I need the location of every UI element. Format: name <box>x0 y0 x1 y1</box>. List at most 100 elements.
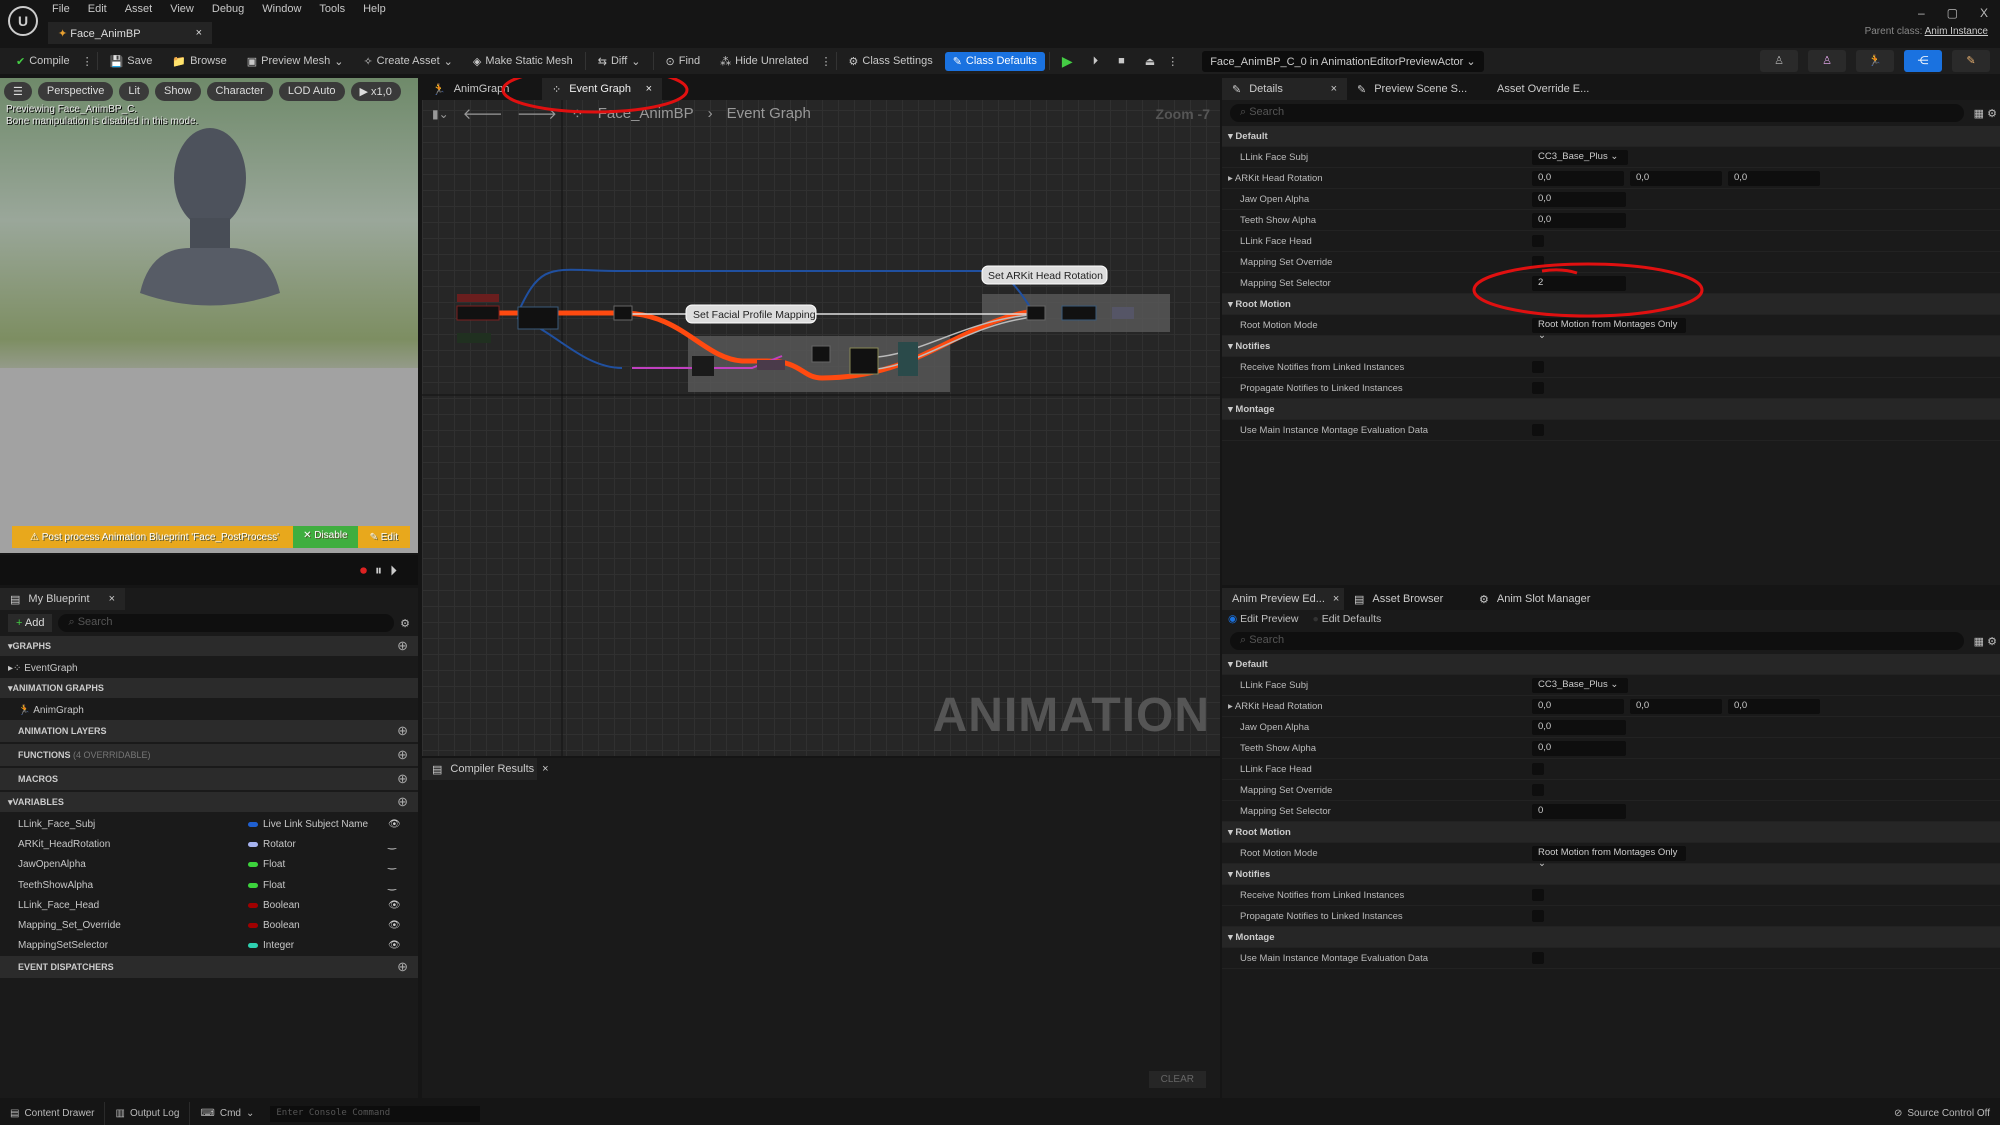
preview-search-input[interactable]: ⌕ Search <box>1230 632 1964 650</box>
step-button[interactable]: ⏵ <box>1085 52 1107 71</box>
lit-button[interactable]: Lit <box>119 82 149 101</box>
preview-viewport[interactable]: ☰ Perspective Lit Show Character LOD Aut… <box>0 78 418 553</box>
gear-icon[interactable]: ⚙ <box>1987 107 1997 120</box>
rotation-z-field[interactable]: 0,0 <box>1728 698 1820 714</box>
menu-debug[interactable]: Debug <box>212 3 244 15</box>
comment-facial-profile[interactable]: Set Facial Profile Mapping <box>685 304 817 324</box>
console-input[interactable]: Enter Console Command <box>270 1105 481 1122</box>
clear-button[interactable]: CLEAR <box>1148 1071 1206 1088</box>
eye-open-icon[interactable]: 👁 <box>388 819 418 830</box>
rotation-y-field[interactable]: 0,0 <box>1630 170 1722 186</box>
character-button[interactable]: Character <box>206 82 273 101</box>
rotation-x-field[interactable]: 0,0 <box>1532 698 1624 714</box>
minimize-button[interactable]: – <box>1918 6 1925 20</box>
physics-mode-icon[interactable]: ✎ <box>1952 50 1990 72</box>
variable-row[interactable]: Mapping_Set_Override Boolean 👁 <box>0 915 418 935</box>
section-functions[interactable]: FUNCTIONS (4 OVERRIDABLE) ⊕ <box>0 744 418 766</box>
perspective-button[interactable]: Perspective <box>37 82 114 101</box>
table-view-icon[interactable]: ▦ <box>1974 107 1984 120</box>
source-control-button[interactable]: ⊘ Source Control Off <box>1884 1102 2000 1125</box>
add-circle-icon[interactable]: ⊕ <box>397 723 408 739</box>
list-item-event-graph[interactable]: ▸ ⁘ EventGraph <box>0 658 418 678</box>
list-item-anim-graph[interactable]: 🏃 AnimGraph <box>0 700 418 720</box>
parent-class-link[interactable]: Anim Instance <box>1925 26 1988 37</box>
menu-edit[interactable]: Edit <box>88 3 107 15</box>
details-search-input[interactable]: ⌕ Search <box>1230 104 1964 122</box>
variable-type[interactable]: Boolean <box>263 900 388 911</box>
mapping-set-override-checkbox[interactable] <box>1532 784 1544 796</box>
tab-preview-scene[interactable]: ✎ Preview Scene S... <box>1347 78 1487 100</box>
output-log-button[interactable]: ▥ Output Log <box>105 1102 191 1125</box>
edit-button[interactable]: ✎ Edit <box>358 532 410 543</box>
class-settings-button[interactable]: ⚙ Class Settings <box>841 52 941 71</box>
record-button[interactable]: ⏺ <box>360 562 367 579</box>
category-root-motion[interactable]: ▾ Root Motion <box>1222 294 2000 315</box>
variable-row[interactable]: LLink_Face_Head Boolean 👁 <box>0 895 418 915</box>
propagate-notifies-checkbox[interactable] <box>1532 910 1544 922</box>
play-options-icon[interactable]: ⋮ <box>1167 55 1178 68</box>
add-circle-icon[interactable]: ⊕ <box>397 794 408 810</box>
category-root-motion[interactable]: ▾ Root Motion <box>1222 822 2000 843</box>
mapping-set-override-checkbox[interactable] <box>1532 256 1544 268</box>
propagate-notifies-checkbox[interactable] <box>1532 382 1544 394</box>
eye-open-icon[interactable]: 👁 <box>388 940 418 951</box>
playback-speed-button[interactable]: ▶ x1,0 <box>350 82 401 101</box>
gear-icon[interactable]: ⚙ <box>400 617 410 630</box>
property-label[interactable]: ▸ ARKit Head Rotation <box>1222 173 1532 184</box>
eye-closed-icon[interactable]: ‿ <box>388 880 418 891</box>
blueprint-mode-icon[interactable]: ⋲ <box>1904 50 1942 72</box>
llink-face-head-checkbox[interactable] <box>1532 763 1544 775</box>
find-button[interactable]: ⊙ Find <box>658 52 709 71</box>
comment-arkit-head[interactable]: Set ARKit Head Rotation <box>981 265 1108 285</box>
restore-button[interactable]: ▢ <box>1947 6 1958 20</box>
debug-object-select[interactable]: Face_AnimBP_C_0 in AnimationEditorPrevie… <box>1202 50 1484 72</box>
section-variables[interactable]: ▾ VARIABLES ⊕ <box>0 792 418 812</box>
category-default[interactable]: ▾ Default <box>1222 654 2000 675</box>
get-node[interactable] <box>456 305 500 321</box>
blueprint-search-input[interactable]: ⌕ Search <box>58 614 395 632</box>
event-graph-canvas[interactable]: 🏃 AnimGraph ⁘ Event Graph × ▮⌄ 🡐 🡒 ⁘ Face_A… <box>422 78 1220 756</box>
category-default[interactable]: ▾ Default <box>1222 126 2000 147</box>
variable-type[interactable]: Integer <box>263 940 388 951</box>
menu-view[interactable]: View <box>170 3 194 15</box>
add-circle-icon[interactable]: ⊕ <box>397 638 408 654</box>
function-node[interactable] <box>1061 305 1097 321</box>
llink-face-head-checkbox[interactable] <box>1532 235 1544 247</box>
eye-closed-icon[interactable]: ‿ <box>388 839 418 850</box>
close-icon[interactable]: × <box>1331 83 1337 95</box>
section-animation-layers[interactable]: ANIMATION LAYERS ⊕ <box>0 720 418 742</box>
gear-icon[interactable]: ⚙ <box>1987 635 1997 648</box>
timeline-scrubber[interactable] <box>0 555 418 585</box>
document-tab[interactable]: ✦ Face_AnimBP × <box>48 22 212 44</box>
category-montage[interactable]: ▾ Montage <box>1222 927 2000 948</box>
step-forward-button[interactable]: ⏵ <box>390 562 397 579</box>
viewport-menu-button[interactable]: ☰ <box>4 82 32 101</box>
table-view-icon[interactable]: ▦ <box>1974 635 1984 648</box>
variable-type[interactable]: Live Link Subject Name <box>263 819 388 830</box>
menu-tools[interactable]: Tools <box>319 3 345 15</box>
more-options-icon[interactable]: ⋮ <box>821 55 832 68</box>
tab-details[interactable]: ✎ Details × <box>1222 78 1347 100</box>
function-node[interactable] <box>1112 307 1134 319</box>
category-montage[interactable]: ▾ Montage <box>1222 399 2000 420</box>
add-circle-icon[interactable]: ⊕ <box>397 747 408 763</box>
compile-options-icon[interactable]: ⋮ <box>82 55 93 68</box>
category-notifies[interactable]: ▾ Notifies <box>1222 336 2000 357</box>
stop-button[interactable]: ■ <box>1110 52 1133 70</box>
show-button[interactable]: Show <box>154 82 201 101</box>
receive-notifies-checkbox[interactable] <box>1532 889 1544 901</box>
eye-open-icon[interactable]: 👁 <box>388 920 418 931</box>
close-window-button[interactable]: X <box>1980 6 1988 20</box>
cmd-button[interactable]: ⌨ Cmd ⌄ <box>190 1102 264 1125</box>
mesh-mode-icon[interactable]: ♙ <box>1808 50 1846 72</box>
lod-button[interactable]: LOD Auto <box>278 82 345 101</box>
edit-defaults-radio[interactable]: ● Edit Defaults <box>1312 613 1381 625</box>
section-event-dispatchers[interactable]: EVENT DISPATCHERS ⊕ <box>0 956 418 979</box>
property-label[interactable]: ▸ ARKit Head Rotation <box>1222 701 1532 712</box>
set-node[interactable] <box>1026 305 1046 321</box>
unreal-logo[interactable]: U <box>8 6 38 36</box>
rotation-y-field[interactable]: 0,0 <box>1630 698 1722 714</box>
add-circle-icon[interactable]: ⊕ <box>397 959 408 975</box>
tab-asset-override[interactable]: Asset Override E... <box>1487 78 1600 100</box>
variable-type[interactable]: Float <box>263 880 388 891</box>
